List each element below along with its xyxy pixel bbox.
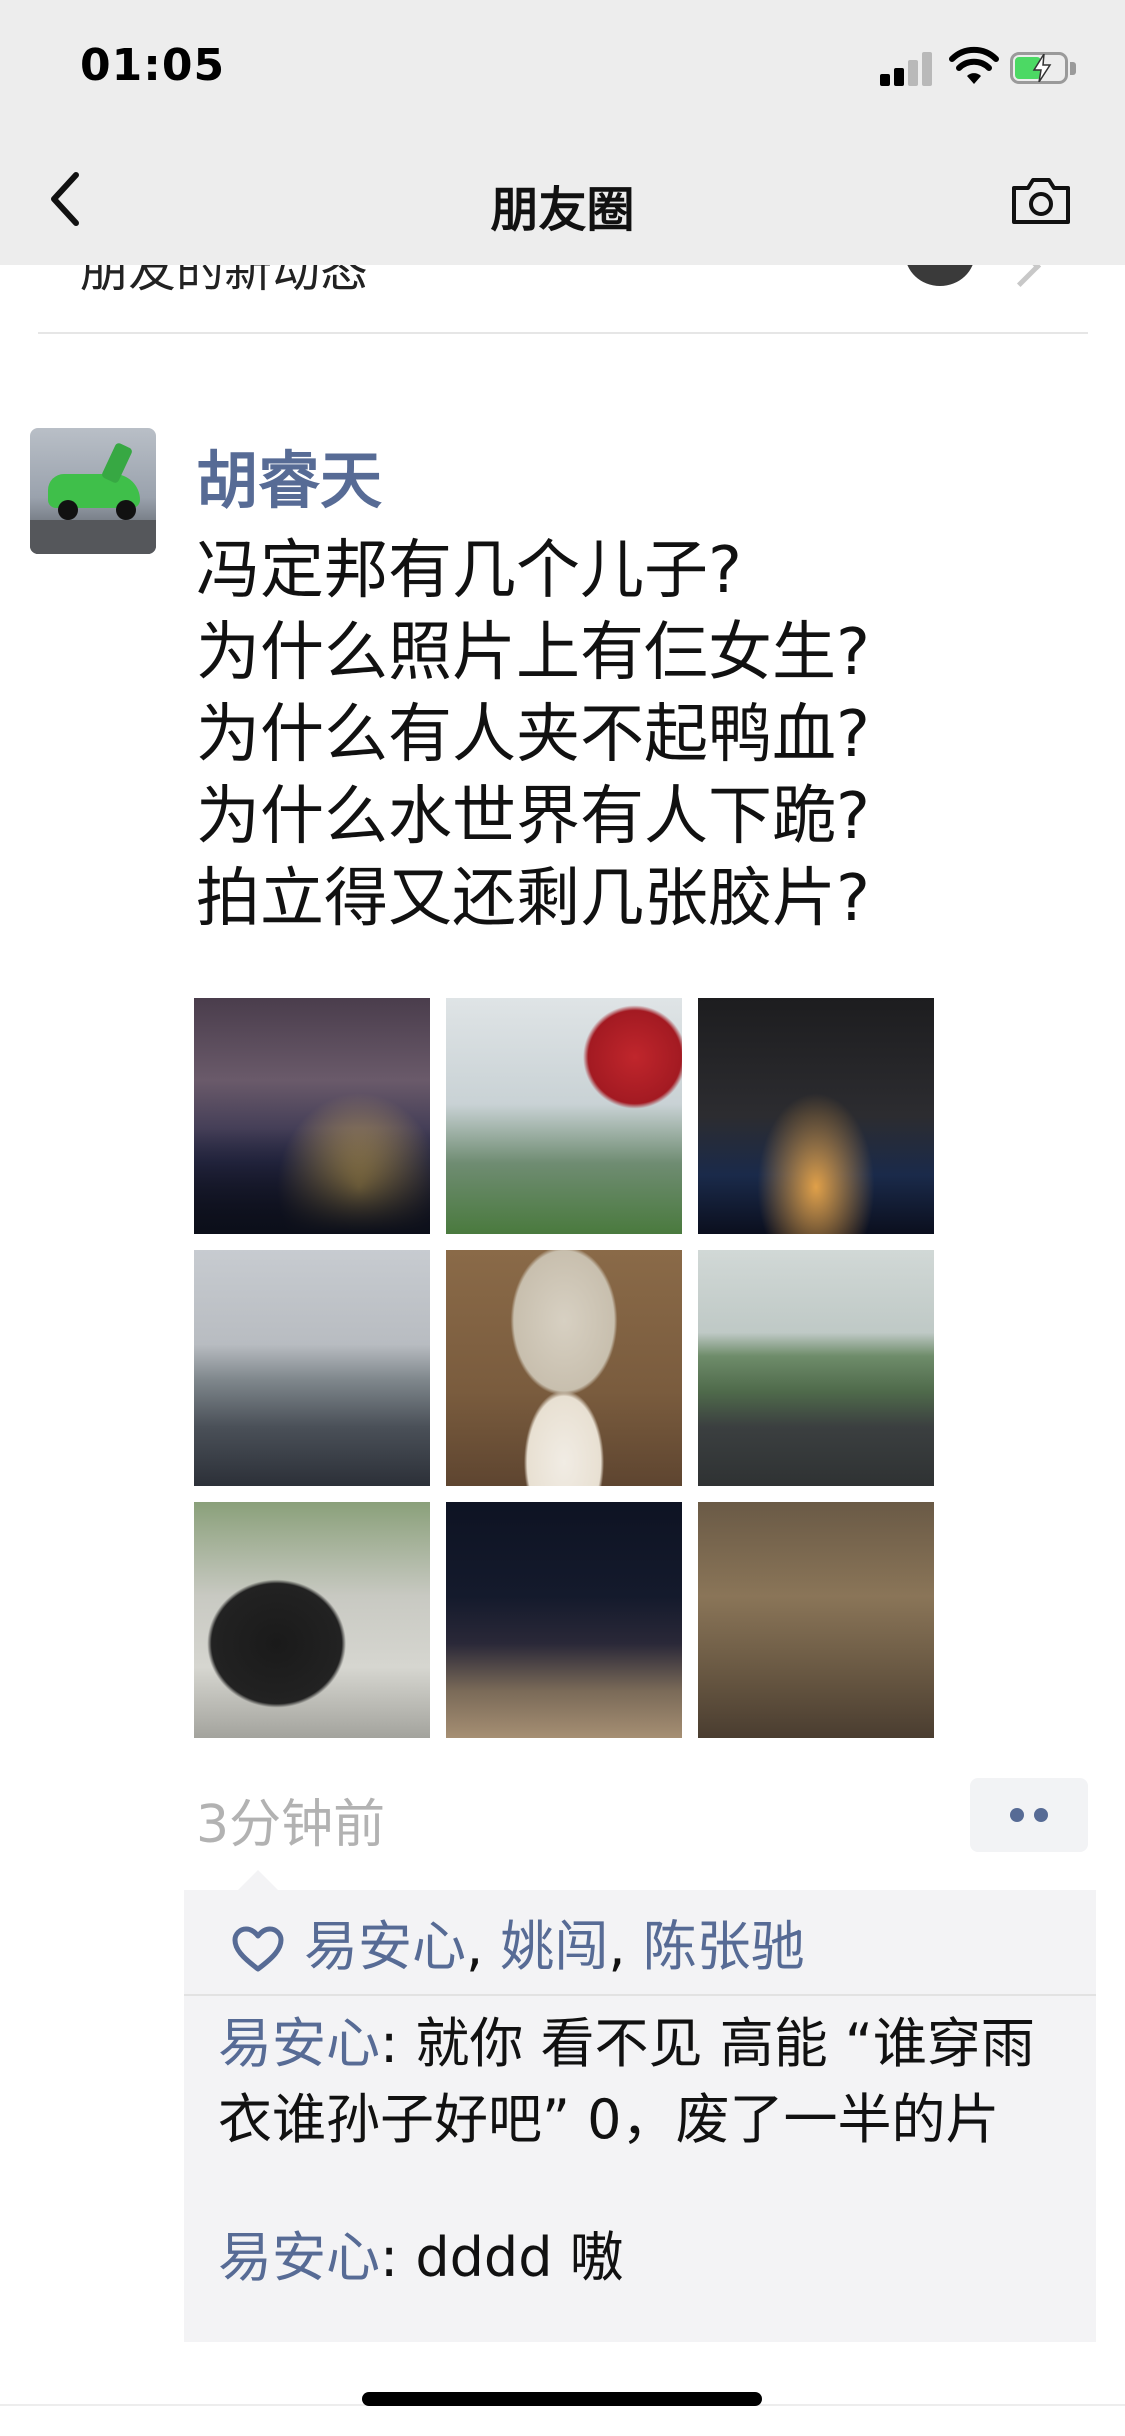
- battery-icon: [1010, 52, 1080, 86]
- more-dots-icon: [1010, 1808, 1024, 1822]
- moments-screen: 朋友的新动态 01:05 朋友圈 胡睿天 冯定邦有几个儿子? 为什么照片上有仨女…: [0, 0, 1125, 2436]
- likes-comments-panel: 易安心, 姚闯, 陈张驰 易安心: 就你 看不见 高能 “谁穿雨衣谁孙子好吧” …: [184, 1870, 1096, 2342]
- post-text-line: 为什么水世界有人下跪?: [196, 780, 870, 854]
- comment-author[interactable]: 易安心: [218, 2226, 380, 2289]
- divider: [184, 1994, 1096, 1996]
- likes-row: 易安心, 姚闯, 陈张驰: [230, 1902, 805, 1994]
- photo-countryside-road[interactable]: [698, 1250, 934, 1486]
- comment[interactable]: 易安心: 就你 看不见 高能 “谁穿雨衣谁孙子好吧” 0，废了一半的片: [218, 2006, 1068, 2158]
- page-title: 朋友圈: [490, 182, 635, 238]
- post-text: 冯定邦有几个儿子? 为什么照片上有仨女生? 为什么有人夹不起鸭血? 为什么水世界…: [196, 530, 1096, 940]
- post-timestamp: 3分钟前: [196, 1795, 386, 1855]
- divider: [38, 332, 1088, 334]
- post-text-line: 为什么有人夹不起鸭血?: [196, 698, 870, 772]
- liker-name[interactable]: 陈张驰: [643, 1915, 805, 1978]
- photo-river-night-balcony[interactable]: [446, 1502, 682, 1738]
- liker-name[interactable]: 易安心: [304, 1915, 466, 1978]
- author-avatar[interactable]: [30, 428, 156, 554]
- top-bar: 01:05 朋友圈: [0, 0, 1125, 265]
- wifi-icon: [949, 46, 999, 84]
- status-time: 01:05: [80, 40, 226, 91]
- post-text-line: 为什么照片上有仨女生?: [196, 616, 870, 690]
- post-text-line: 拍立得又还剩几张胶片?: [196, 862, 870, 936]
- cellular-signal-icon: [880, 52, 936, 86]
- more-actions-button[interactable]: [970, 1778, 1088, 1852]
- photo-bridge-night[interactable]: [698, 998, 934, 1234]
- home-indicator[interactable]: [362, 2392, 762, 2406]
- photo-girl-street[interactable]: [194, 1502, 430, 1738]
- photo-city-night-crowd[interactable]: [194, 998, 430, 1234]
- post-author-name[interactable]: 胡睿天: [196, 430, 382, 520]
- camera-icon[interactable]: [1008, 172, 1074, 228]
- comment[interactable]: 易安心: dddd 嗷: [218, 2220, 1068, 2296]
- photo-arch-window-bathtub[interactable]: [446, 1250, 682, 1486]
- photo-rocky-cave[interactable]: [698, 1502, 934, 1738]
- photo-grid: [194, 998, 936, 1740]
- photo-riverside-road[interactable]: [194, 1250, 430, 1486]
- photo-river-lantern[interactable]: [446, 998, 682, 1234]
- post-text-line: 冯定邦有几个儿子?: [196, 534, 742, 608]
- liker-name[interactable]: 姚闯: [500, 1915, 608, 1978]
- heart-icon: [232, 1926, 284, 1972]
- comment-text: dddd 嗷: [415, 2226, 624, 2289]
- comment-author[interactable]: 易安心: [218, 2012, 380, 2075]
